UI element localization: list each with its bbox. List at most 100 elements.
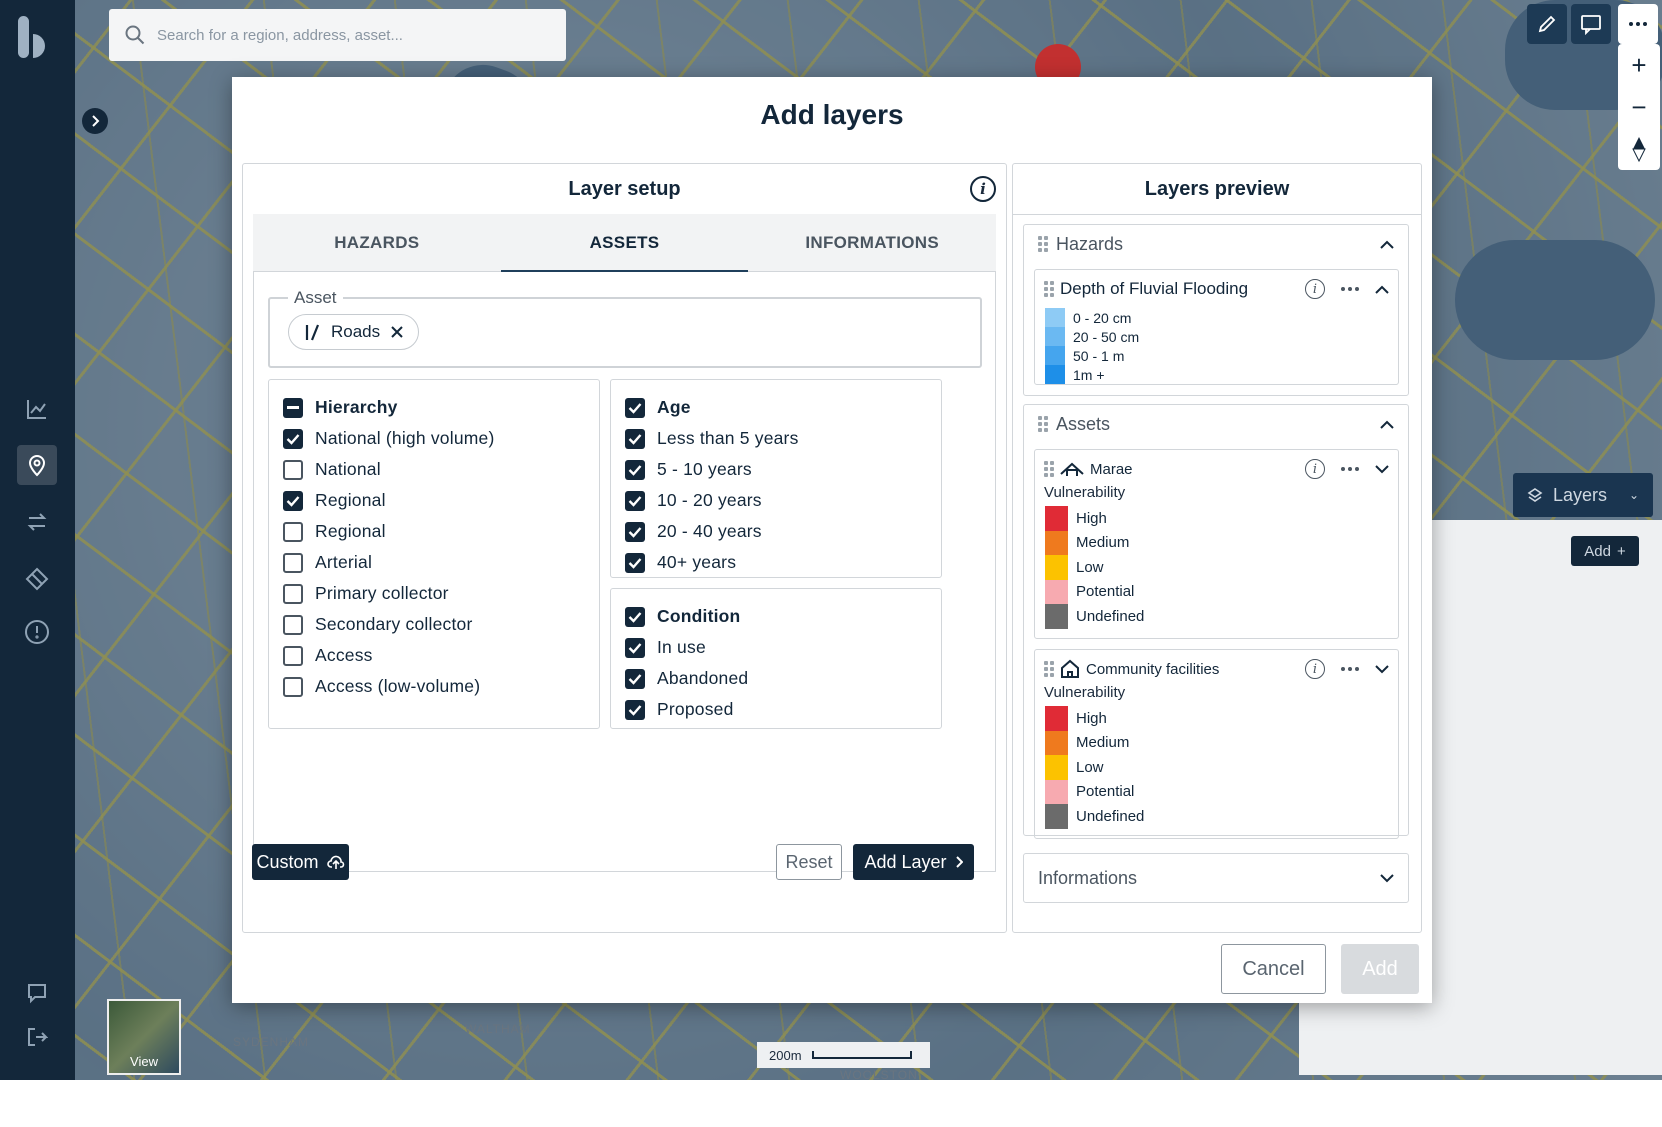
checkbox[interactable] — [625, 521, 645, 542]
rail-help[interactable] — [17, 973, 57, 1013]
checkbox-item[interactable]: 10 - 20 years — [625, 485, 927, 516]
rail-assets[interactable] — [17, 559, 57, 599]
checkbox-item[interactable]: Secondary collector — [283, 609, 585, 640]
rail-logout[interactable] — [17, 1017, 57, 1057]
info-icon[interactable]: i — [970, 176, 996, 202]
checkbox-label: 40+ years — [657, 552, 737, 572]
checkbox[interactable] — [625, 428, 645, 449]
informations-section: Informations — [1023, 853, 1409, 903]
checkbox[interactable] — [625, 699, 645, 720]
checkbox[interactable] — [625, 606, 645, 627]
rail-expand-button[interactable] — [82, 108, 108, 134]
layers-icon — [1527, 488, 1543, 502]
checkbox-item[interactable]: National (high volume) — [283, 423, 585, 454]
checkbox[interactable] — [625, 459, 645, 480]
rail-transfer[interactable] — [17, 502, 57, 542]
asset-chip-roads[interactable]: Roads — [288, 314, 420, 350]
checkbox-item[interactable]: Proposed — [625, 694, 927, 725]
hazards-section-header[interactable]: Hazards — [1024, 225, 1408, 263]
group-header[interactable]: Age — [625, 392, 927, 423]
info-icon[interactable]: i — [1305, 659, 1325, 679]
chevron-up-icon[interactable] — [1375, 285, 1389, 294]
checkbox-item[interactable]: Less than 5 years — [625, 423, 927, 454]
group-header[interactable]: Hierarchy — [283, 392, 585, 423]
group-header[interactable]: Condition — [625, 601, 927, 632]
checkbox-item[interactable]: Access (low-volume) — [283, 671, 585, 702]
checkbox-item[interactable]: Regional — [283, 516, 585, 547]
drag-handle-icon[interactable] — [1044, 661, 1054, 677]
checkbox[interactable] — [283, 552, 303, 573]
checkbox-item[interactable]: 40+ years — [625, 547, 927, 578]
chart-icon — [27, 400, 46, 419]
more-icon[interactable] — [1341, 667, 1359, 671]
rail-map[interactable] — [17, 445, 57, 485]
more-icon[interactable] — [1341, 287, 1359, 291]
checkbox-item[interactable]: Abandoned — [625, 663, 927, 694]
rail-analytics[interactable] — [17, 389, 57, 429]
custom-button[interactable]: Custom — [252, 844, 349, 880]
checkbox-item[interactable]: National — [283, 454, 585, 485]
checkbox-item[interactable]: Arterial — [283, 547, 585, 578]
informations-section-header[interactable]: Informations — [1024, 854, 1408, 902]
info-icon[interactable]: i — [1305, 279, 1325, 299]
asset-layer-name: Community facilities — [1086, 660, 1220, 678]
scale-label: 200m — [769, 1047, 802, 1063]
info-icon[interactable]: i — [1305, 459, 1325, 479]
scale-bar: 200m — [757, 1042, 930, 1068]
checkbox[interactable] — [283, 645, 303, 666]
cancel-button[interactable]: Cancel — [1221, 944, 1326, 994]
checkbox-item[interactable]: 20 - 40 years — [625, 516, 927, 547]
tab-informations[interactable]: INFORMATIONS — [748, 214, 996, 271]
assets-section-header[interactable]: Assets — [1024, 405, 1408, 443]
checkbox[interactable] — [283, 459, 303, 480]
checkbox[interactable] — [283, 676, 303, 697]
tab-assets[interactable]: ASSETS — [500, 214, 749, 272]
chevron-up-icon[interactable] — [1380, 420, 1394, 429]
checkbox[interactable] — [283, 397, 303, 418]
drag-handle-icon[interactable] — [1044, 461, 1054, 477]
rail-alerts[interactable] — [17, 612, 57, 652]
zoom-out-button[interactable]: − — [1618, 86, 1660, 128]
chevron-down-icon[interactable] — [1375, 664, 1389, 674]
checkbox[interactable] — [625, 397, 645, 418]
chevron-down-icon[interactable] — [1375, 464, 1389, 474]
checkbox[interactable] — [283, 583, 303, 604]
drag-handle-icon[interactable] — [1038, 236, 1048, 252]
drag-handle-icon[interactable] — [1038, 416, 1048, 432]
checkbox-item[interactable]: Access — [283, 640, 585, 671]
layers-toggle-button[interactable]: Layers ⌄ — [1513, 473, 1653, 517]
reset-button[interactable]: Reset — [776, 844, 842, 880]
checkbox[interactable] — [283, 428, 303, 449]
add-layer-button-label: Add Layer — [864, 851, 947, 872]
checkbox[interactable] — [283, 490, 303, 511]
checkbox-item[interactable]: 5 - 10 years — [625, 454, 927, 485]
more-menu-button[interactable] — [1618, 4, 1658, 44]
tab-hazards[interactable]: HAZARDS — [253, 214, 501, 271]
checkbox[interactable] — [625, 552, 645, 573]
add-button[interactable]: Add — [1341, 944, 1419, 994]
compass-button[interactable] — [1618, 128, 1660, 170]
hazards-section-title: Hazards — [1056, 233, 1124, 254]
checkbox-item[interactable]: In use — [625, 632, 927, 663]
checkbox[interactable] — [283, 614, 303, 635]
asset-selector[interactable]: Asset Roads — [268, 288, 982, 368]
chevron-down-icon[interactable] — [1380, 873, 1394, 883]
drag-handle-icon[interactable] — [1044, 281, 1054, 297]
zoom-in-button[interactable]: + — [1618, 44, 1660, 86]
side-add-button[interactable]: Add + — [1571, 536, 1639, 566]
checkbox[interactable] — [625, 490, 645, 511]
checkbox[interactable] — [625, 668, 645, 689]
checkbox[interactable] — [283, 521, 303, 542]
checkbox-item[interactable]: Primary collector — [283, 578, 585, 609]
checkbox[interactable] — [625, 637, 645, 658]
add-layer-button[interactable]: Add Layer — [853, 844, 974, 880]
checkbox-item[interactable]: Regional — [283, 485, 585, 516]
chevron-up-icon[interactable] — [1380, 240, 1394, 249]
search-bar[interactable]: Search for a region, address, asset... — [109, 9, 566, 61]
edit-icon-button[interactable] — [1527, 4, 1567, 44]
basemap-thumbnail[interactable]: View — [107, 999, 181, 1075]
close-icon[interactable] — [390, 325, 404, 339]
more-icon[interactable] — [1341, 467, 1359, 471]
comment-icon-button[interactable] — [1571, 4, 1611, 44]
legend-label: Low — [1076, 758, 1104, 776]
